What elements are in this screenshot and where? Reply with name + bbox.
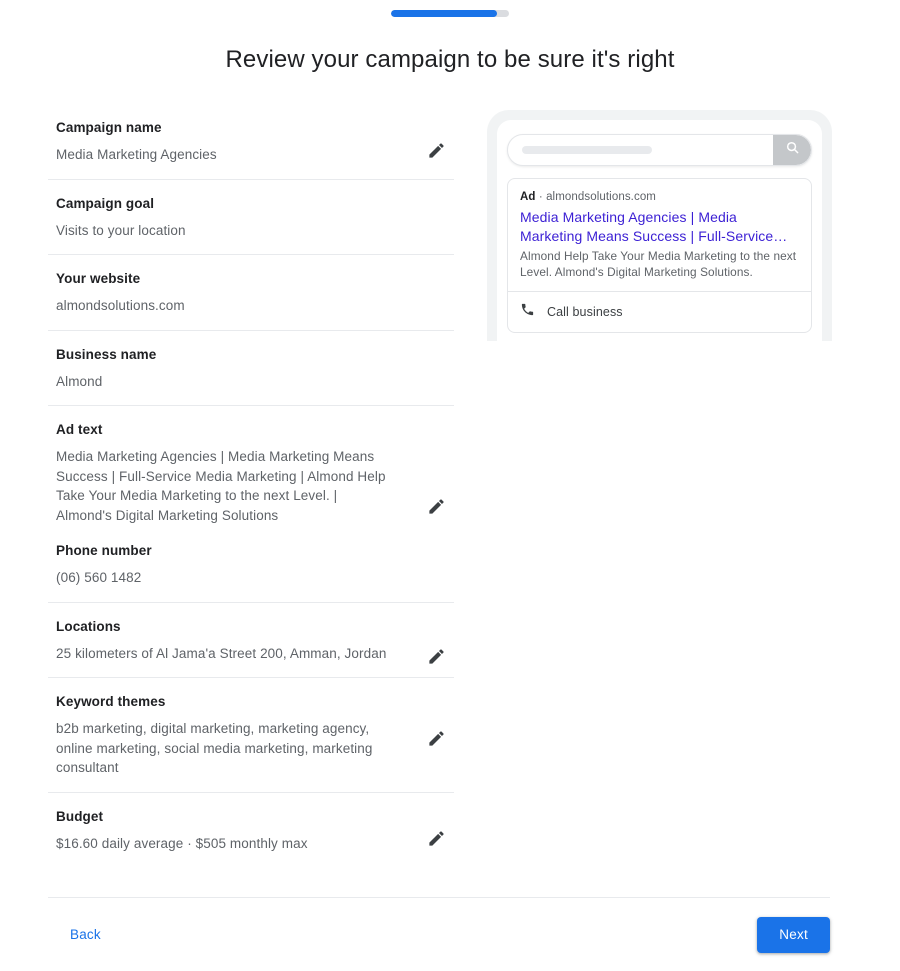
search-input[interactable]	[522, 146, 652, 154]
ad-separator: ·	[535, 191, 547, 203]
field-label-ad-text: Ad text	[56, 422, 103, 437]
field-value-phone-number: (06) 560 1482	[56, 570, 142, 585]
campaign-review-list: Campaign name Media Marketing Agencies C…	[48, 110, 454, 867]
phone-mockup-frame: Ad · almondsolutions.com Media Marketing…	[487, 110, 832, 341]
ad-card-body: Ad · almondsolutions.com Media Marketing…	[508, 179, 811, 291]
ad-description: Almond Help Take Your Media Marketing to…	[520, 249, 797, 279]
search-button[interactable]	[773, 135, 811, 165]
review-section-campaign-goal: Campaign goal Visits to your location	[48, 178, 454, 255]
pencil-edit-icon	[427, 647, 446, 666]
review-section-your-website: Your website almondsolutions.com	[48, 254, 454, 330]
review-section-locations: Locations 25 kilometers of Al Jama'a Str…	[48, 601, 454, 678]
wizard-footer: Back Next	[48, 897, 830, 971]
progress-bar-container	[0, 10, 900, 17]
progress-fill	[391, 10, 498, 17]
field-label-business-name: Business name	[56, 346, 157, 362]
field-value-locations: 25 kilometers of Al Jama'a Street 200, A…	[56, 645, 387, 661]
field-value-budget: $16.60 daily average · $505 monthly max	[56, 835, 308, 851]
review-section-budget: Budget $16.60 daily average · $505 month…	[48, 791, 454, 868]
field-label-your-website: Your website	[56, 271, 141, 286]
pencil-edit-icon	[427, 497, 446, 516]
field-value-keyword-themes: b2b marketing, digital marketing, market…	[56, 721, 373, 775]
field-label-keyword-themes: Keyword themes	[56, 694, 166, 709]
preview-search-bar[interactable]	[507, 134, 812, 166]
field-value-business-name: Almond	[56, 373, 103, 389]
edit-keyword-themes-button[interactable]	[422, 724, 450, 752]
field-label-campaign-name: Campaign name	[56, 120, 162, 135]
edit-campaign-name-button[interactable]	[422, 136, 450, 164]
ad-preview-card: Ad · almondsolutions.com Media Marketing…	[507, 178, 812, 333]
ad-meta-row: Ad · almondsolutions.com	[520, 190, 799, 205]
ad-action-label: Call business	[547, 305, 623, 319]
field-label-phone-number: Phone number	[56, 543, 152, 558]
pencil-edit-icon	[427, 729, 446, 748]
ad-headline-link[interactable]: Media Marketing Agencies | Media Marketi…	[520, 208, 799, 245]
edit-ad-text-button[interactable]	[422, 492, 450, 520]
field-value-campaign-goal: Visits to your location	[56, 222, 186, 238]
field-value-your-website: almondsolutions.com	[56, 298, 185, 313]
ad-badge: Ad	[520, 191, 536, 203]
pencil-edit-icon	[427, 141, 446, 160]
progress-track	[391, 10, 509, 17]
field-value-ad-text: Media Marketing Agencies | Media Marketi…	[56, 449, 386, 523]
back-button[interactable]: Back	[54, 919, 117, 950]
review-section-keyword-themes: Keyword themes b2b marketing, digital ma…	[48, 677, 454, 792]
phone-preview-clip: Ad · almondsolutions.com Media Marketing…	[487, 110, 832, 341]
search-icon	[785, 140, 800, 160]
field-value-campaign-name: Media Marketing Agencies	[56, 147, 217, 162]
phone-icon	[520, 302, 535, 322]
field-label-budget: Budget	[56, 808, 104, 824]
edit-budget-button[interactable]	[422, 825, 450, 853]
next-button[interactable]: Next	[757, 916, 830, 953]
edit-locations-button[interactable]	[422, 643, 450, 671]
ad-display-url: almondsolutions.com	[546, 191, 656, 203]
page-title: Review your campaign to be sure it's rig…	[225, 46, 675, 73]
phone-screen: Ad · almondsolutions.com Media Marketing…	[497, 120, 822, 341]
field-label-locations: Locations	[56, 618, 121, 634]
review-section-ad-text: Ad text Media Marketing Agencies | Media…	[48, 405, 454, 602]
ad-call-business-action[interactable]: Call business	[508, 291, 811, 332]
pencil-edit-icon	[427, 829, 446, 848]
review-section-campaign-name: Campaign name Media Marketing Agencies	[48, 110, 454, 179]
review-section-business-name: Business name Almond	[48, 329, 454, 406]
field-label-campaign-goal: Campaign goal	[56, 195, 155, 211]
